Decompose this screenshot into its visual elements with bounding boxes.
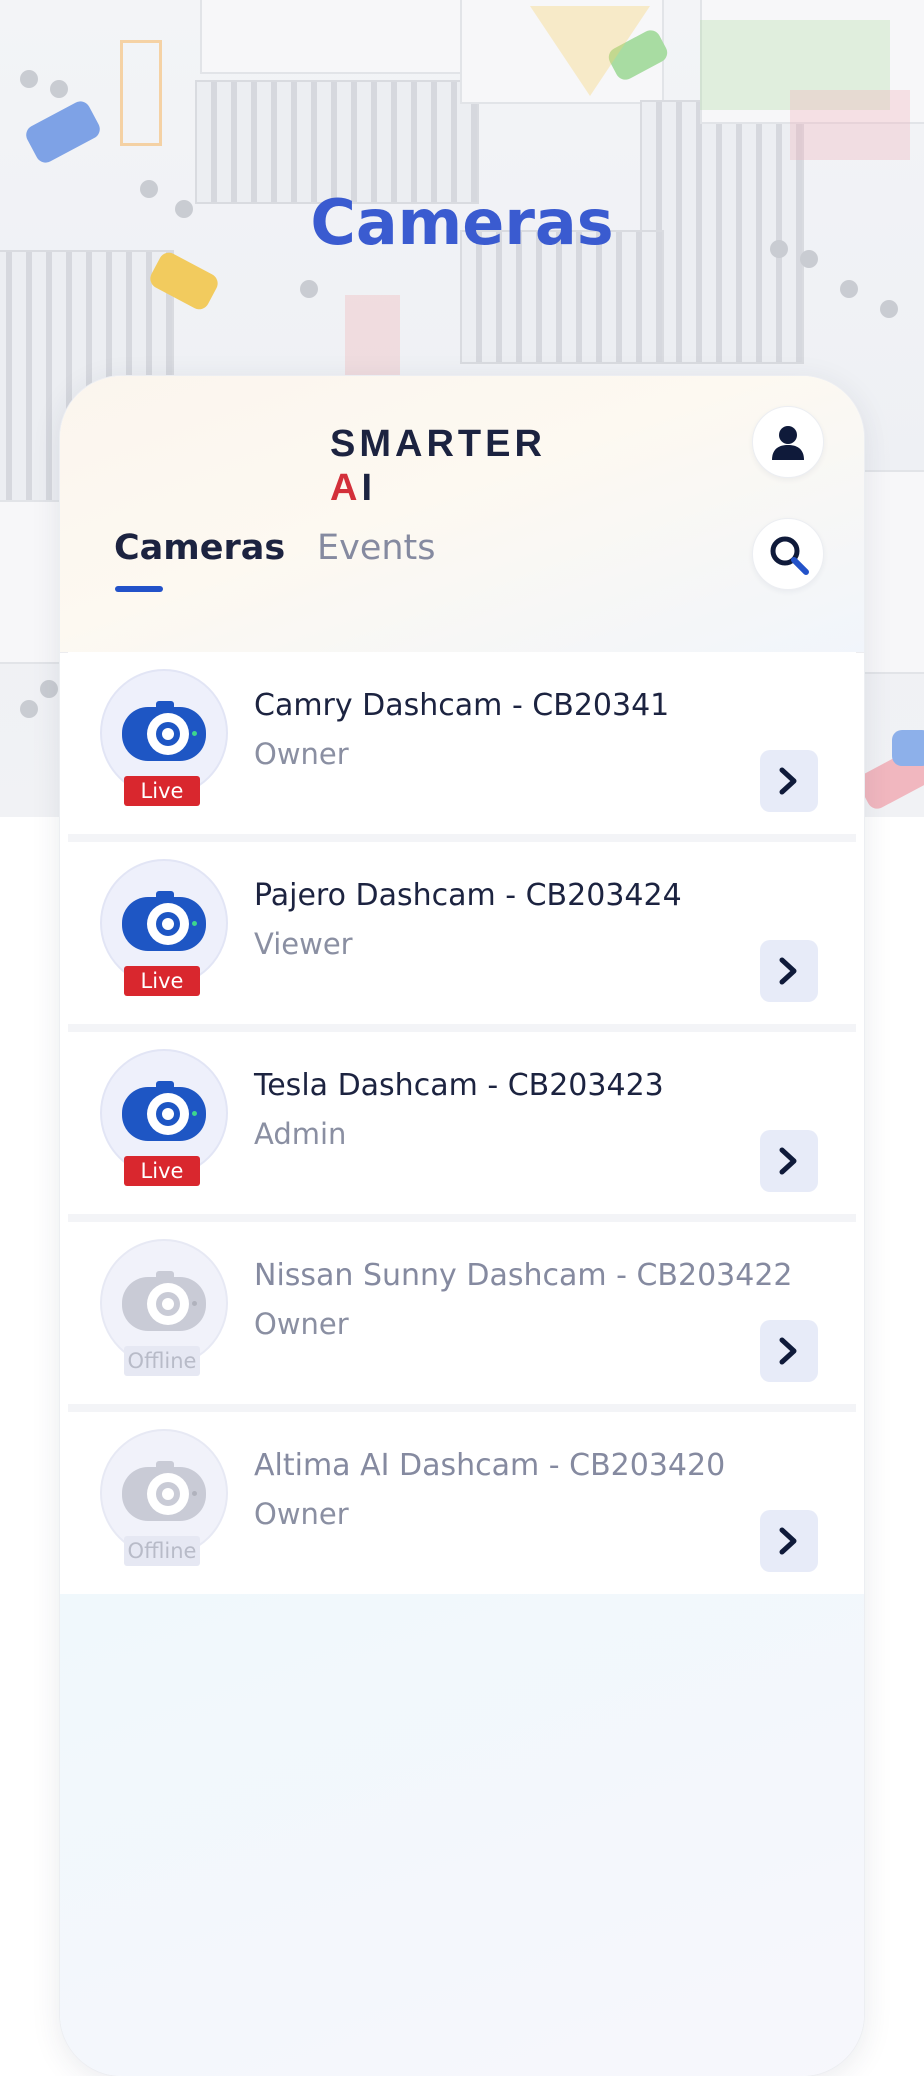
logo-text-end: I xyxy=(361,467,377,509)
smarter-ai-logo: SMARTER AI xyxy=(330,422,600,509)
camera-row[interactable]: Offline Nissan Sunny Dashcam - CB203422 … xyxy=(68,1222,856,1412)
camera-role: Admin xyxy=(254,1117,347,1151)
active-tab-indicator xyxy=(115,586,163,592)
building-block xyxy=(200,0,464,74)
camera-row[interactable]: Live Camry Dashcam - CB20341 Owner xyxy=(68,652,856,842)
open-camera-button[interactable] xyxy=(760,940,818,1002)
camera-avatar: Offline xyxy=(100,1239,228,1376)
camera-name: Camry Dashcam - CB20341 xyxy=(254,688,670,723)
camera-row[interactable]: Live Pajero Dashcam - CB203424 Viewer xyxy=(68,842,856,1032)
market-stall xyxy=(790,90,910,160)
camera-role: Viewer xyxy=(254,927,353,961)
logo-text-accent: A xyxy=(330,467,362,509)
chevron-right-icon xyxy=(779,767,797,795)
camera-avatar: Live xyxy=(100,859,228,996)
search-icon xyxy=(770,536,809,575)
empty-list-area xyxy=(60,1594,864,2076)
tree xyxy=(20,70,38,88)
camera-name: Tesla Dashcam - CB203423 xyxy=(254,1068,664,1103)
chevron-right-icon xyxy=(779,1147,797,1175)
logo-text: SMARTER xyxy=(330,423,546,465)
dashcam-icon xyxy=(122,1271,206,1331)
phone-frame: SMARTER AI Cameras Events Live Camry Das… xyxy=(60,376,864,2076)
search-button[interactable] xyxy=(752,518,824,590)
camera-avatar: Live xyxy=(100,669,228,806)
profile-button[interactable] xyxy=(752,406,824,478)
tree xyxy=(300,280,318,298)
status-badge: Live xyxy=(124,1156,200,1186)
chevron-right-icon xyxy=(779,1337,797,1365)
open-camera-button[interactable] xyxy=(760,1510,818,1572)
dashcam-icon xyxy=(122,891,206,951)
detection-box xyxy=(345,295,400,375)
tab-cameras[interactable]: Cameras xyxy=(114,528,285,568)
tree xyxy=(840,280,858,298)
car xyxy=(22,97,104,167)
camera-view-cone xyxy=(530,6,650,96)
camera-row[interactable]: Live Tesla Dashcam - CB203423 Admin xyxy=(68,1032,856,1222)
detection-box xyxy=(120,40,162,146)
dashcam-icon xyxy=(122,1081,206,1141)
camera-name: Pajero Dashcam - CB203424 xyxy=(254,878,682,913)
camera-name: Altima AI Dashcam - CB203420 xyxy=(254,1448,726,1483)
open-camera-button[interactable] xyxy=(760,750,818,812)
car xyxy=(892,730,924,766)
chevron-right-icon xyxy=(779,957,797,985)
tree xyxy=(880,300,898,318)
open-camera-button[interactable] xyxy=(760,1130,818,1192)
status-badge: Offline xyxy=(124,1536,200,1566)
camera-row[interactable]: Offline Altima AI Dashcam - CB203420 Own… xyxy=(68,1412,856,1602)
tree xyxy=(20,700,38,718)
user-icon xyxy=(772,426,804,460)
camera-name: Nissan Sunny Dashcam - CB203422 xyxy=(254,1258,793,1293)
dashcam-icon xyxy=(122,701,206,761)
camera-role: Owner xyxy=(254,737,349,771)
status-badge: Offline xyxy=(124,1346,200,1376)
open-camera-button[interactable] xyxy=(760,1320,818,1382)
camera-role: Owner xyxy=(254,1497,349,1531)
camera-list: Live Camry Dashcam - CB20341 Owner Live … xyxy=(68,652,856,1602)
tree xyxy=(40,680,58,698)
app-header: SMARTER AI Cameras Events xyxy=(60,376,864,653)
camera-avatar: Live xyxy=(100,1049,228,1186)
camera-avatar: Offline xyxy=(100,1429,228,1566)
page-title: Cameras xyxy=(310,186,614,259)
status-badge: Live xyxy=(124,776,200,806)
tab-events[interactable]: Events xyxy=(317,528,436,568)
status-badge: Live xyxy=(124,966,200,996)
tree xyxy=(50,80,68,98)
camera-role: Owner xyxy=(254,1307,349,1341)
chevron-right-icon xyxy=(779,1527,797,1555)
dashcam-icon xyxy=(122,1461,206,1521)
